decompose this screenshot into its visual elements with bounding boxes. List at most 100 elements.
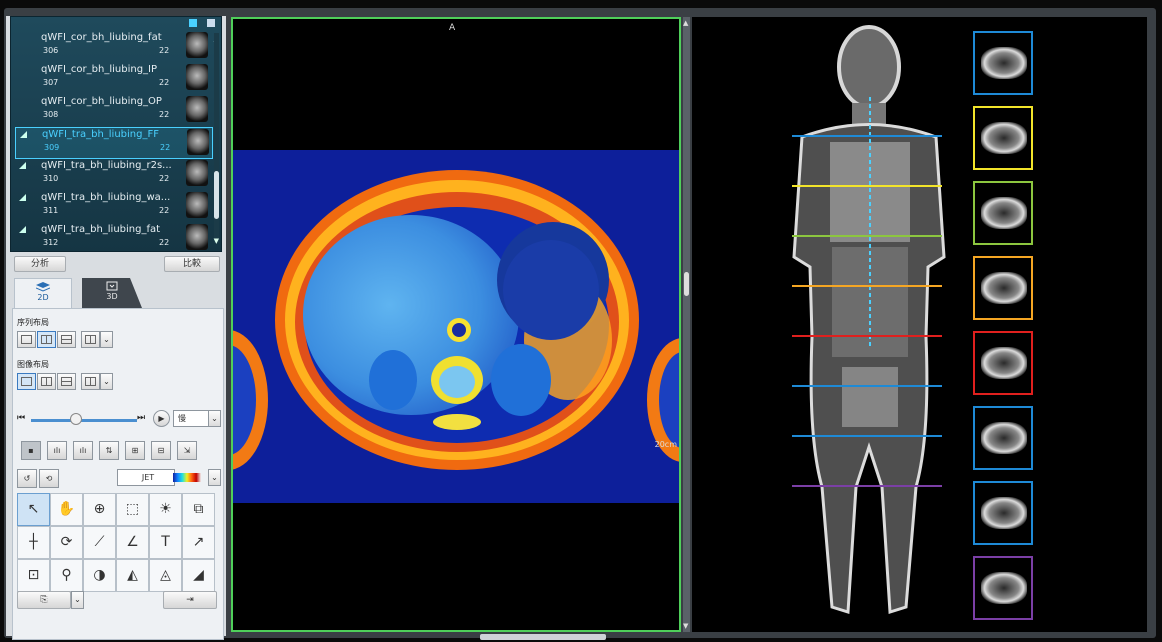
- splitter-grip[interactable]: [684, 272, 689, 296]
- image-layout-1x1-button[interactable]: [17, 373, 36, 390]
- slice-thumbnail[interactable]: [973, 556, 1033, 620]
- analyze-button[interactable]: 分析: [14, 256, 66, 272]
- splitter-down-icon[interactable]: ▼: [683, 622, 688, 630]
- compare-view-icon[interactable]: ⊟: [151, 441, 171, 460]
- grid-view-icon[interactable]: [207, 19, 215, 27]
- slice-position-line[interactable]: [792, 135, 942, 137]
- speed-dropdown-icon[interactable]: ⌄: [208, 410, 221, 427]
- expand-icon[interactable]: [20, 131, 27, 138]
- slice-position-line[interactable]: [792, 185, 942, 187]
- tool-grid: ↖ ✋ ⊕ ⬚ ☀ ⧉ ┼ ⟳ ⟋ ∠ T ↗ ⊡ ⚲ ◑ ◭ ◬ ◢: [17, 493, 217, 601]
- slice-position-line[interactable]: [792, 385, 942, 387]
- series-thumbnail: [186, 96, 208, 122]
- histogram-b-icon[interactable]: ılı: [73, 441, 93, 460]
- compare-button[interactable]: 比較: [164, 256, 220, 272]
- layout-2x1-button[interactable]: [57, 331, 76, 348]
- slice-thumbnail[interactable]: [973, 256, 1033, 320]
- layout-1x2-button[interactable]: [37, 331, 56, 348]
- slice-thumbnail[interactable]: [973, 331, 1033, 395]
- series-item[interactable]: qWFI_tra_bh_liubing_FF 309 22: [15, 127, 213, 159]
- list-view-icon[interactable]: [189, 19, 197, 27]
- magnifier-icon[interactable]: ⚲: [50, 559, 83, 592]
- expand-icon[interactable]: [19, 162, 26, 169]
- series-item[interactable]: qWFI_cor_bh_liubing_IP 307 22: [15, 63, 211, 93]
- play-icon[interactable]: ▶: [153, 410, 170, 427]
- pan-hand-icon[interactable]: ✋: [50, 493, 83, 526]
- slice-position-line[interactable]: [792, 285, 942, 287]
- axial-viewer[interactable]: A R 20cm: [231, 17, 681, 632]
- crosshair-icon[interactable]: ┼: [17, 526, 50, 559]
- series-item[interactable]: qWFI_cor_bh_liubing_OP 308 22: [15, 95, 211, 125]
- slice-thumbnail[interactable]: [973, 181, 1033, 245]
- slice-position-line[interactable]: [792, 335, 942, 337]
- playback-slider[interactable]: [31, 419, 137, 422]
- histogram-a-icon[interactable]: ılı: [47, 441, 67, 460]
- copy-dropdown-icon[interactable]: ⌄: [71, 591, 84, 609]
- series-item[interactable]: qWFI_cor_bh_liubing_fat 306 22: [15, 31, 211, 61]
- brightness-icon[interactable]: ☀: [149, 493, 182, 526]
- layout-1x1-button[interactable]: [17, 331, 36, 348]
- angle-icon[interactable]: ∠: [116, 526, 149, 559]
- first-frame-icon[interactable]: ⏮: [17, 413, 25, 423]
- series-item[interactable]: qWFI_tra_bh_liubing_wa... 311 22: [15, 191, 211, 221]
- panel-splitter[interactable]: ▲ ▼: [683, 17, 690, 632]
- fat-fraction-map[interactable]: 20cm: [233, 150, 679, 503]
- link-icon[interactable]: ⟲: [39, 469, 59, 488]
- colormap-dropdown-icon[interactable]: ⌄: [208, 469, 221, 486]
- list-view-toggles: [189, 19, 215, 27]
- zoom-in-icon[interactable]: ⊕: [83, 493, 116, 526]
- flip-horizontal-icon[interactable]: ◭: [116, 559, 149, 592]
- image-layout-grid-button[interactable]: [81, 373, 100, 390]
- slice-thumbnail[interactable]: [973, 481, 1033, 545]
- reset-icon[interactable]: ⧉: [182, 493, 215, 526]
- image-layout-2x1-button[interactable]: [57, 373, 76, 390]
- split-icon[interactable]: ⊞: [125, 441, 145, 460]
- scroll-down-icon[interactable]: ▼: [214, 237, 219, 245]
- image-layout-dropdown-icon[interactable]: ⌄: [100, 373, 113, 390]
- export-icon[interactable]: ⇲: [177, 441, 197, 460]
- scrollbar-thumb[interactable]: [214, 171, 219, 219]
- slice-thumbnail[interactable]: [973, 106, 1033, 170]
- slice-thumbnail[interactable]: [973, 31, 1033, 95]
- expand-icon[interactable]: [19, 194, 26, 201]
- slice-thumbnail[interactable]: [973, 406, 1033, 470]
- rotate-icon[interactable]: ⟳: [50, 526, 83, 559]
- series-item[interactable]: qWFI_tra_bh_liubing_r2s... 310 22: [15, 159, 211, 189]
- arrow-text-icon[interactable]: ↗: [182, 526, 215, 559]
- slice-position-line[interactable]: [792, 235, 942, 237]
- expand-icon[interactable]: [19, 226, 26, 233]
- sync-button[interactable]: ⇥: [163, 591, 217, 609]
- coronal-viewer[interactable]: [692, 17, 1147, 632]
- splitter-up-icon[interactable]: ▲: [683, 19, 688, 27]
- slice-position-line[interactable]: [792, 485, 942, 487]
- rotate-left-icon[interactable]: ↺: [17, 469, 37, 488]
- series-scrollbar[interactable]: [214, 33, 219, 243]
- series-name: qWFI_cor_bh_liubing_IP: [41, 64, 158, 75]
- layout-dropdown-icon[interactable]: ⌄: [100, 331, 113, 348]
- last-frame-icon[interactable]: ⏭: [137, 413, 145, 423]
- tab-3d[interactable]: 3D: [82, 278, 142, 308]
- fit-icon[interactable]: ⬚: [116, 493, 149, 526]
- image-layout-1x2-button[interactable]: [37, 373, 56, 390]
- playback-slider-knob[interactable]: [70, 413, 82, 425]
- layout-grid-button[interactable]: [81, 331, 100, 348]
- series-thumbnail: [186, 224, 208, 250]
- tab-2d[interactable]: 2D: [14, 278, 72, 309]
- zoom-region-icon[interactable]: ⊡: [17, 559, 50, 592]
- series-list[interactable]: qWFI_cor_bh_liubing_fat 306 22 qWFI_cor_bh_…: [10, 16, 222, 252]
- stack-icon[interactable]: ▪: [21, 441, 41, 460]
- image-count: 22: [159, 238, 170, 247]
- copy-button[interactable]: ⎘: [17, 591, 71, 609]
- speed-select[interactable]: 慢: [173, 410, 209, 427]
- series-item[interactable]: qWFI_tra_bh_liubing_fat 312 22: [15, 223, 211, 251]
- text-icon[interactable]: T: [149, 526, 182, 559]
- sort-icon[interactable]: ⇅: [99, 441, 119, 460]
- slice-position-line[interactable]: [792, 435, 942, 437]
- invert-icon[interactable]: ◑: [83, 559, 116, 592]
- pointer-icon[interactable]: ↖: [17, 493, 50, 526]
- colormap-select[interactable]: JET: [117, 469, 175, 486]
- rotate-90-icon[interactable]: ◢: [182, 559, 215, 592]
- line-measure-icon[interactable]: ⟋: [83, 526, 116, 559]
- flip-vertical-icon[interactable]: ◬: [149, 559, 182, 592]
- series-number: 310: [43, 174, 59, 183]
